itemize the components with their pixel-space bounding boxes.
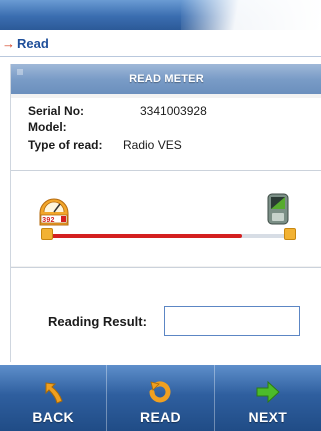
back-arrow-icon (45, 382, 63, 404)
type-label: Type of read: (28, 138, 103, 152)
type-row: Type of read: Radio VES (28, 138, 182, 152)
serial-row: Serial No: 3341003928 (28, 104, 207, 118)
back-label: BACK (32, 409, 74, 425)
progress-start-knob (41, 228, 53, 240)
meter-info: Serial No: 3341003928 Model: Type of rea… (11, 98, 321, 170)
breadcrumb-label[interactable]: Read (17, 36, 49, 51)
read-meter-panel: READ METER Serial No: 3341003928 Model: … (10, 64, 321, 363)
meter-gauge-icon: 392 (39, 198, 69, 226)
read-progress-area: 392 (11, 171, 321, 266)
handheld-device-icon (267, 193, 289, 225)
read-label: READ (140, 409, 181, 425)
model-label: Model: (28, 120, 67, 134)
read-progress-track (42, 234, 292, 238)
breadcrumb-arrow-icon: → (2, 35, 15, 51)
next-button[interactable]: NEXT (215, 365, 321, 431)
model-row: Model: (28, 120, 67, 134)
panel-corner-marker (17, 69, 23, 75)
back-button[interactable]: BACK (0, 365, 108, 431)
top-bar (0, 0, 321, 30)
breadcrumb: → Read (0, 30, 321, 57)
reading-result-label: Reading Result: (48, 314, 147, 329)
read-progress-fill (42, 234, 242, 238)
reading-result-input[interactable] (164, 306, 300, 336)
reading-result-area: Reading Result: (11, 267, 321, 363)
read-button[interactable]: READ (107, 365, 215, 431)
gauge-digits: 392 (42, 217, 55, 225)
bottom-nav-bar: BACK READ NEXT (0, 365, 321, 431)
refresh-icon (149, 381, 171, 403)
type-value: Radio VES (123, 138, 182, 152)
serial-value: 3341003928 (140, 104, 207, 118)
progress-end-knob (284, 228, 296, 240)
panel-title: READ METER (129, 73, 204, 85)
next-label: NEXT (248, 409, 288, 425)
serial-label: Serial No: (28, 104, 85, 118)
next-arrow-icon (256, 380, 280, 404)
panel-header: READ METER (11, 64, 321, 94)
